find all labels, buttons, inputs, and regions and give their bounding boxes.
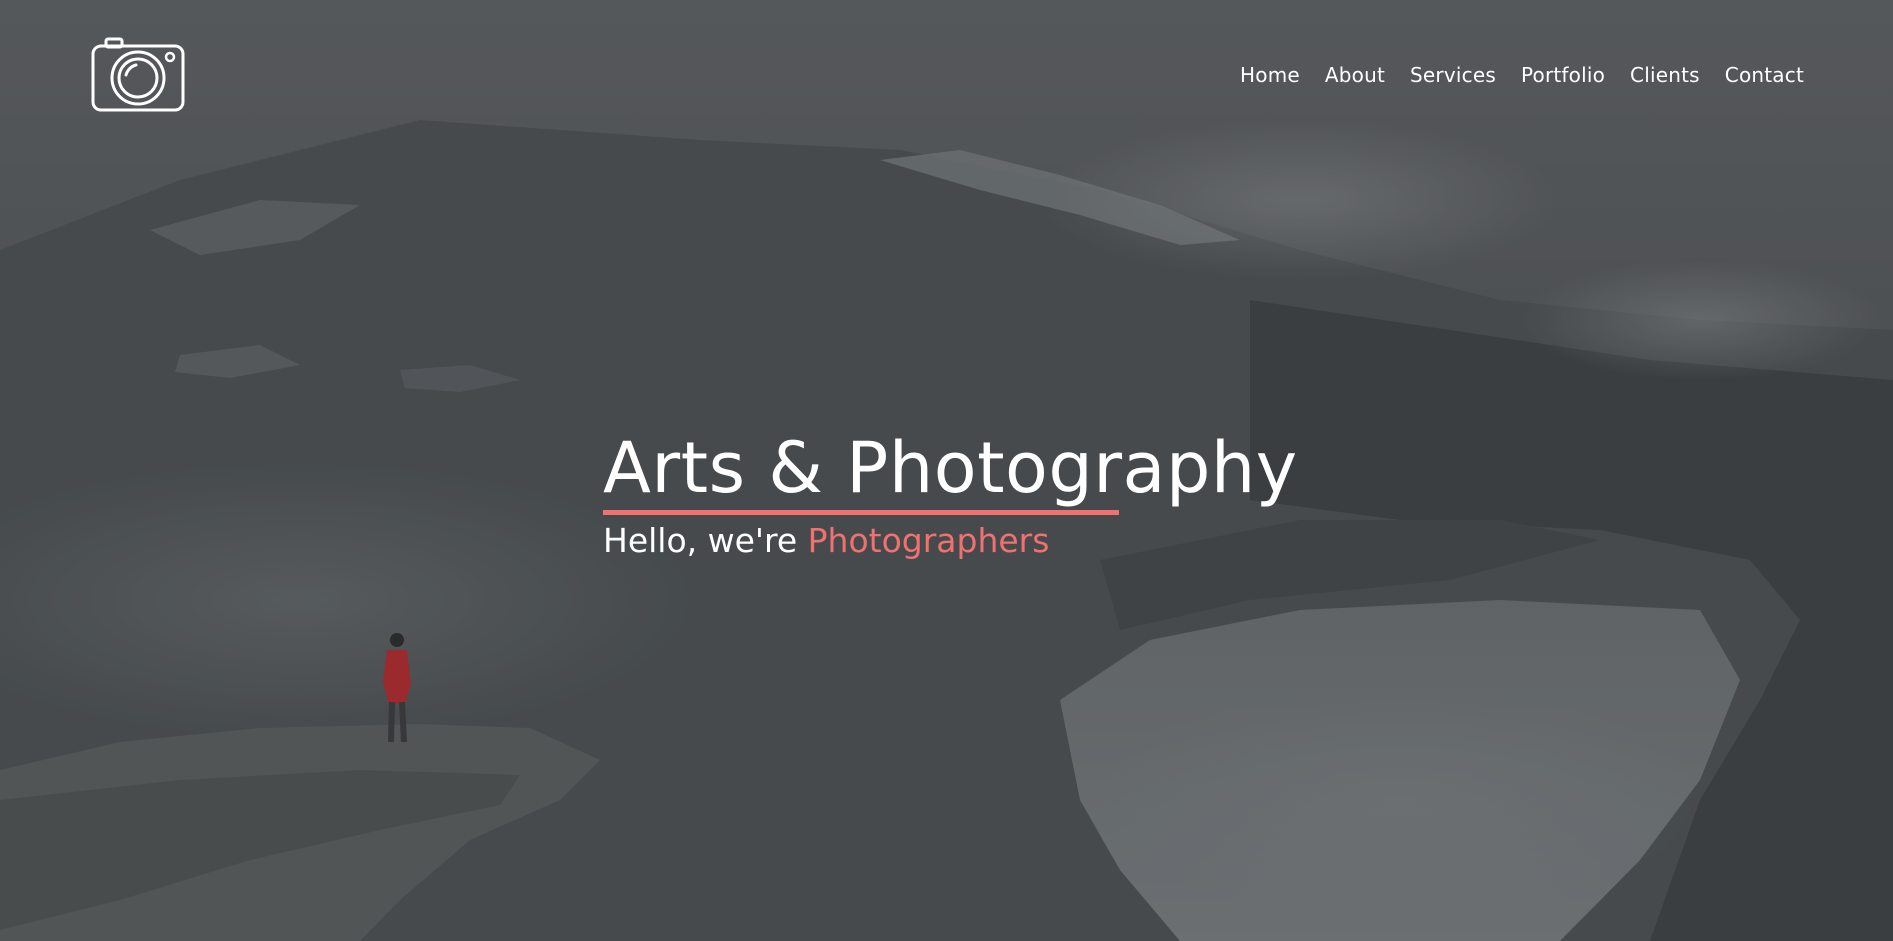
nav-item-about[interactable]: About [1325, 60, 1385, 90]
hero-section: Home About Services Portfolio Clients Co… [0, 0, 1893, 941]
hero-title: Arts & Photography [603, 427, 1298, 509]
title-underline [603, 510, 1119, 515]
nav-item-services[interactable]: Services [1410, 60, 1496, 90]
hero-headline: Arts & Photography Hello, we're Photogra… [603, 428, 1298, 561]
nav-item-contact[interactable]: Contact [1725, 60, 1804, 90]
nav-item-portfolio[interactable]: Portfolio [1521, 60, 1605, 90]
logo[interactable] [90, 37, 186, 113]
subtitle-prefix: Hello, we're [603, 521, 808, 560]
camera-icon [91, 37, 185, 112]
nav-item-clients[interactable]: Clients [1630, 60, 1700, 90]
hero-subtitle: Hello, we're Photographers [603, 521, 1298, 561]
main-nav: Home About Services Portfolio Clients Co… [1240, 60, 1804, 90]
subtitle-accent: Photographers [807, 521, 1050, 560]
nav-item-home[interactable]: Home [1240, 60, 1300, 90]
